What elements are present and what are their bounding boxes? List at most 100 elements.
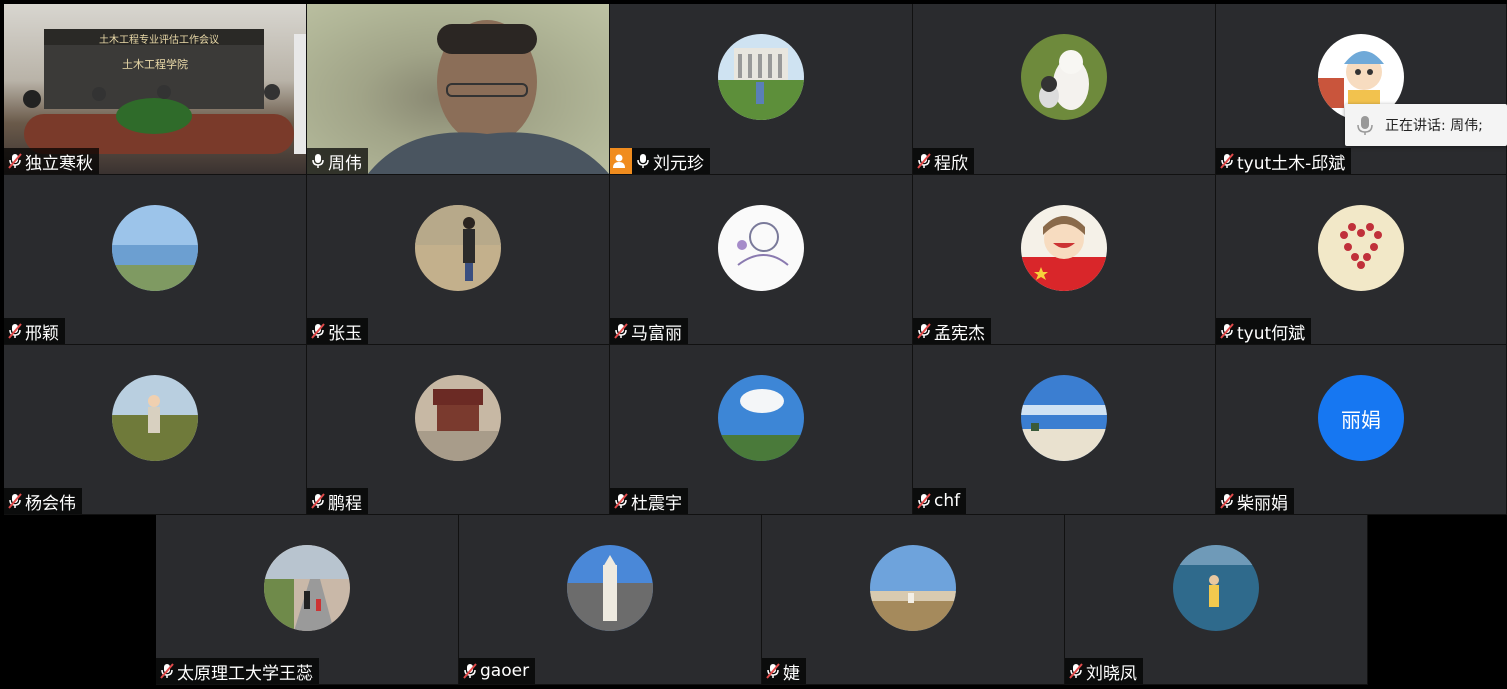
participant-tile[interactable]: 马富丽: [610, 175, 913, 345]
path-walk-avatar-image: [264, 545, 350, 631]
room-banner-text: 土木工程专业评估工作会议: [99, 35, 219, 46]
mic-muted-icon: [614, 323, 628, 339]
child-field-avatar-image: [112, 375, 198, 461]
mic-muted-icon: [1220, 153, 1234, 169]
participant-name-tag: 程欣: [913, 148, 974, 174]
participant-name-tag: tyut土木-邱斌: [1216, 148, 1352, 174]
participant-tile[interactable]: 杨会伟: [4, 345, 307, 515]
participant-tile[interactable]: 刘元珍: [610, 4, 913, 175]
participant-name: 孟宪杰: [934, 323, 985, 344]
participant-name-tag: 张玉: [307, 318, 368, 344]
avatar: [718, 34, 804, 120]
participant-name: 程欣: [934, 153, 968, 174]
participant-tile[interactable]: 张玉: [307, 175, 610, 345]
mic-muted-icon: [311, 323, 325, 339]
mic-muted-icon: [1220, 493, 1234, 509]
participant-name: tyut土木-邱斌: [1237, 153, 1346, 174]
mic-muted-icon: [917, 323, 931, 339]
participant-name: 刘元珍: [653, 153, 704, 174]
participant-tile[interactable]: 程欣: [913, 4, 1216, 175]
room-logo-text: 土木工程学院: [122, 58, 188, 71]
avatar: [415, 205, 501, 291]
participant-tile[interactable]: 鹏程: [307, 345, 610, 515]
participant-name-tag: 刘晓凤: [1065, 658, 1143, 684]
participant-name: 张玉: [328, 323, 362, 344]
participant-tile[interactable]: 刘晓凤: [1065, 515, 1368, 685]
participant-name: 独立寒秋: [25, 153, 93, 174]
participant-name: 太原理工大学王蕊: [177, 663, 313, 684]
stupa-avatar-image: [567, 545, 653, 631]
speaker-mic-icon: [1357, 116, 1373, 135]
host-icon: [610, 148, 632, 174]
sea-avatar-image: [1173, 545, 1259, 631]
avatar: [1173, 545, 1259, 631]
participant-name-tag: 邢颖: [4, 318, 65, 344]
participant-name: 婕: [783, 663, 800, 684]
mic-muted-icon: [463, 663, 477, 679]
mic-muted-icon: [1220, 323, 1234, 339]
participant-tile[interactable]: 太原理工大学王蕊: [156, 515, 459, 685]
participant-name-tag: 鹏程: [307, 488, 368, 514]
participant-name-tag: 独立寒秋: [4, 148, 99, 174]
speaking-indicator: 正在讲话: 周伟;: [1345, 104, 1507, 146]
speaking-indicator-text: 正在讲话: 周伟;: [1385, 118, 1483, 134]
participant-tile[interactable]: chf: [913, 345, 1216, 515]
avatar: [1021, 34, 1107, 120]
participant-tile[interactable]: 孟宪杰: [913, 175, 1216, 345]
participant-tile[interactable]: 周伟: [307, 4, 610, 175]
woman-avatar-image: [415, 205, 501, 291]
avatar: [1318, 205, 1404, 291]
participant-name: 鹏程: [328, 493, 362, 514]
participant-name: 杜震宇: [631, 493, 682, 514]
mic-muted-icon: [160, 663, 174, 679]
participant-tile[interactable]: 丽娟 柴丽娟: [1216, 345, 1507, 515]
participant-name-tag: 柴丽娟: [1216, 488, 1294, 514]
avatar: [112, 375, 198, 461]
avatar: [264, 545, 350, 631]
mic-muted-icon: [1069, 663, 1083, 679]
heart-avatar-image: [1318, 205, 1404, 291]
cartoon-flag-avatar-image: [1021, 205, 1107, 291]
participant-name: gaoer: [480, 661, 530, 681]
participant-tile[interactable]: tyut何斌: [1216, 175, 1507, 345]
participant-tile[interactable]: gaoer: [459, 515, 762, 685]
participant-name: 杨会伟: [25, 493, 76, 514]
mic-muted-icon: [8, 323, 22, 339]
participant-tile[interactable]: 杜震宇: [610, 345, 913, 515]
avatar: 丽娟: [1318, 375, 1404, 461]
avatar: [112, 205, 198, 291]
sketch-avatar-image: [718, 205, 804, 291]
participant-name: 马富丽: [631, 323, 682, 344]
mic-icon: [312, 154, 324, 168]
participant-name-tag: tyut何斌: [1216, 318, 1312, 344]
participant-name-tag: 杜震宇: [610, 488, 688, 514]
mic-muted-icon: [917, 493, 931, 509]
participant-name: 邢颖: [25, 323, 59, 344]
mic-muted-icon: [766, 663, 780, 679]
cloud-avatar-image: [718, 375, 804, 461]
lake-avatar-image: [112, 205, 198, 291]
mic-icon: [637, 154, 649, 168]
mic-muted-icon: [8, 153, 22, 169]
avatar-initials: 丽娟: [1341, 407, 1381, 432]
participant-tile[interactable]: 婕: [762, 515, 1065, 685]
mic-muted-icon: [311, 493, 325, 509]
sunset-field-avatar-image: [870, 545, 956, 631]
avatar: [870, 545, 956, 631]
participant-name: tyut何斌: [1237, 323, 1306, 344]
avatar: [567, 545, 653, 631]
participant-name-tag: 婕: [762, 658, 806, 684]
participant-name-tag: 刘元珍: [610, 148, 710, 174]
participant-name-tag: 马富丽: [610, 318, 688, 344]
participant-tile[interactable]: tyut土木-邱斌: [1216, 4, 1507, 175]
avatar: [718, 205, 804, 291]
participant-tile[interactable]: 土木工程专业评估工作会议 土木工程学院 独立寒秋: [4, 4, 307, 175]
mic-muted-icon: [917, 153, 931, 169]
participant-name: 周伟: [328, 153, 362, 174]
avatar: [1021, 205, 1107, 291]
participant-tile[interactable]: 邢颖: [4, 175, 307, 345]
participant-name-tag: 太原理工大学王蕊: [156, 658, 319, 684]
avatar: [718, 375, 804, 461]
avatar: [415, 375, 501, 461]
building-avatar-image: [718, 34, 804, 120]
